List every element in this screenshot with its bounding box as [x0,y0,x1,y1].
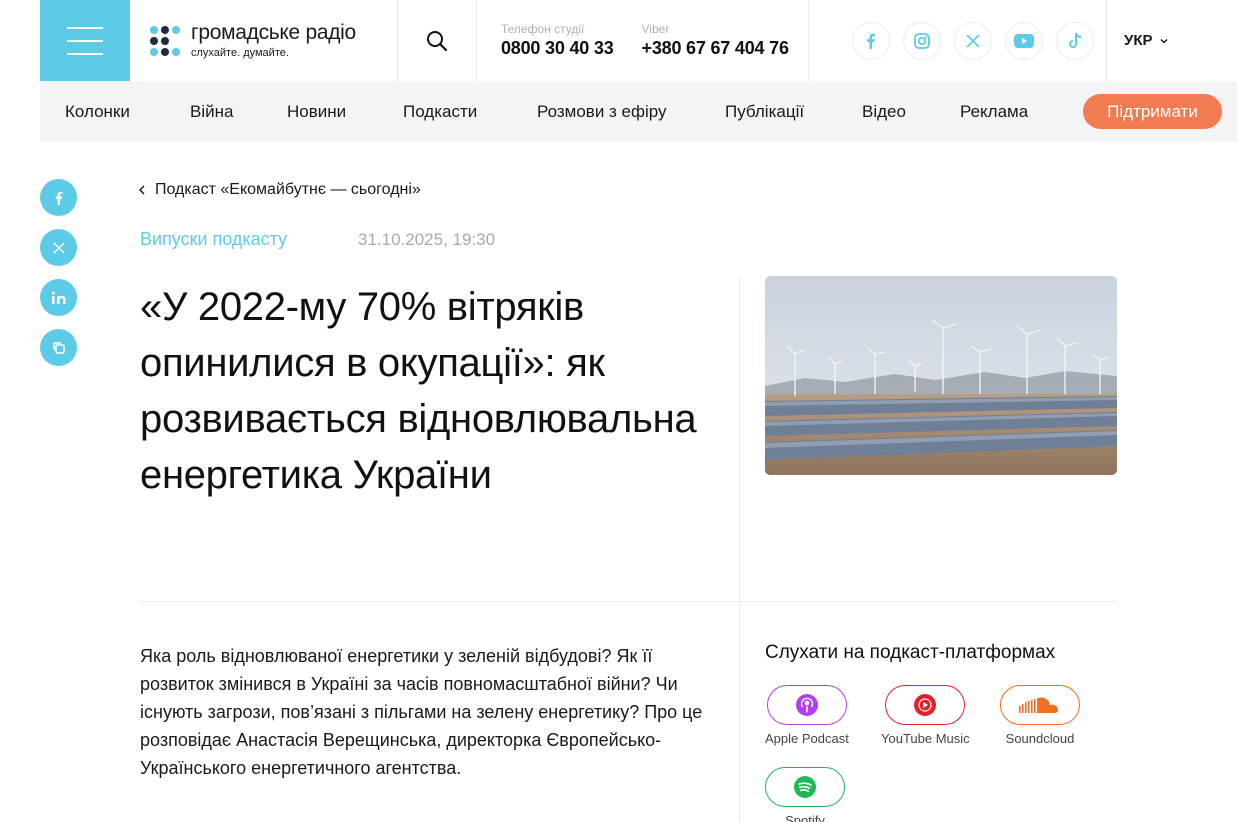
facebook-link[interactable] [852,21,890,60]
studio-phone[interactable]: Телефон студії 0800 30 40 33 [501,22,614,60]
apple-podcast-link[interactable]: Apple Podcast [765,685,849,746]
breadcrumb[interactable]: Подкаст «Екомайбутнє — сьогодні» [139,181,421,199]
nav-item-video[interactable]: Відео [862,102,906,122]
share-facebook-button[interactable] [40,179,77,216]
x-link[interactable] [954,21,992,60]
social-links [809,0,1107,81]
chevron-left-icon [139,185,145,195]
youtube-music-icon [914,694,937,716]
logo-dots-icon [150,25,180,56]
hero-image [765,276,1117,475]
youtube-icon [1014,33,1034,48]
nav-item-talks[interactable]: Розмови з ефіру [537,102,667,122]
share-bar [40,179,77,366]
section-divider [140,601,1117,602]
logo-name: громадське радіо [191,20,356,44]
nav-item-ads[interactable]: Реклама [960,102,1028,122]
x-icon [966,33,980,48]
copy-link-button[interactable] [40,329,77,366]
facebook-icon [55,191,62,205]
search-icon [427,30,448,51]
nav-item-columns[interactable]: Колонки [65,102,130,122]
youtube-link[interactable] [1005,21,1043,60]
nav-item-publications[interactable]: Публікації [725,102,804,122]
page-title: «У 2022-му 70% вітряків опинилися в окуп… [140,285,697,497]
search-button[interactable] [398,0,477,81]
site-header: громадське радіо слухайте. думайте. Теле… [40,0,1237,81]
logo-slogan: слухайте. думайте. [191,46,289,59]
nav-item-news[interactable]: Новини [287,102,346,122]
facebook-icon [867,33,875,49]
spotify-link[interactable]: Spotify [765,767,845,822]
menu-button[interactable] [40,0,130,81]
publish-date: 31.10.2025, 19:30 [358,230,496,249]
language-selector[interactable]: УКР [1107,0,1169,81]
copy-icon [52,341,65,354]
tiktok-link[interactable] [1056,21,1094,60]
instagram-link[interactable] [903,21,941,60]
linkedin-icon [51,291,65,304]
column-divider [739,276,740,822]
spotify-icon [794,776,816,798]
category-link[interactable]: Випуски подкасту [140,229,287,250]
instagram-icon [914,32,930,49]
soundcloud-icon [1019,697,1058,713]
phones: Телефон студії 0800 30 40 33 Viber +380 … [477,0,809,81]
listen-heading: Слухати на подкаст-платформах [765,642,1056,663]
article-lead: Яка роль відновлюваної енергетики у зеле… [140,646,703,778]
nav-item-war[interactable]: Війна [190,102,233,122]
support-button[interactable]: Підтримати [1083,94,1222,129]
logo[interactable]: громадське радіо слухайте. думайте. [130,0,398,81]
share-x-button[interactable] [40,229,77,266]
viber-phone[interactable]: Viber +380 67 67 404 76 [642,22,789,60]
apple-podcast-icon [795,694,818,716]
chevron-down-icon [1160,38,1167,43]
share-linkedin-button[interactable] [40,279,77,316]
soundcloud-link[interactable]: Soundcloud [1000,685,1080,746]
x-icon [52,241,65,254]
youtube-music-link[interactable]: YouTube Music [881,685,970,746]
main-nav: Колонки Війна Новини Подкасти Розмови з … [40,81,1237,142]
tiktok-icon [1069,32,1082,48]
nav-item-podcasts[interactable]: Подкасти [403,102,477,122]
